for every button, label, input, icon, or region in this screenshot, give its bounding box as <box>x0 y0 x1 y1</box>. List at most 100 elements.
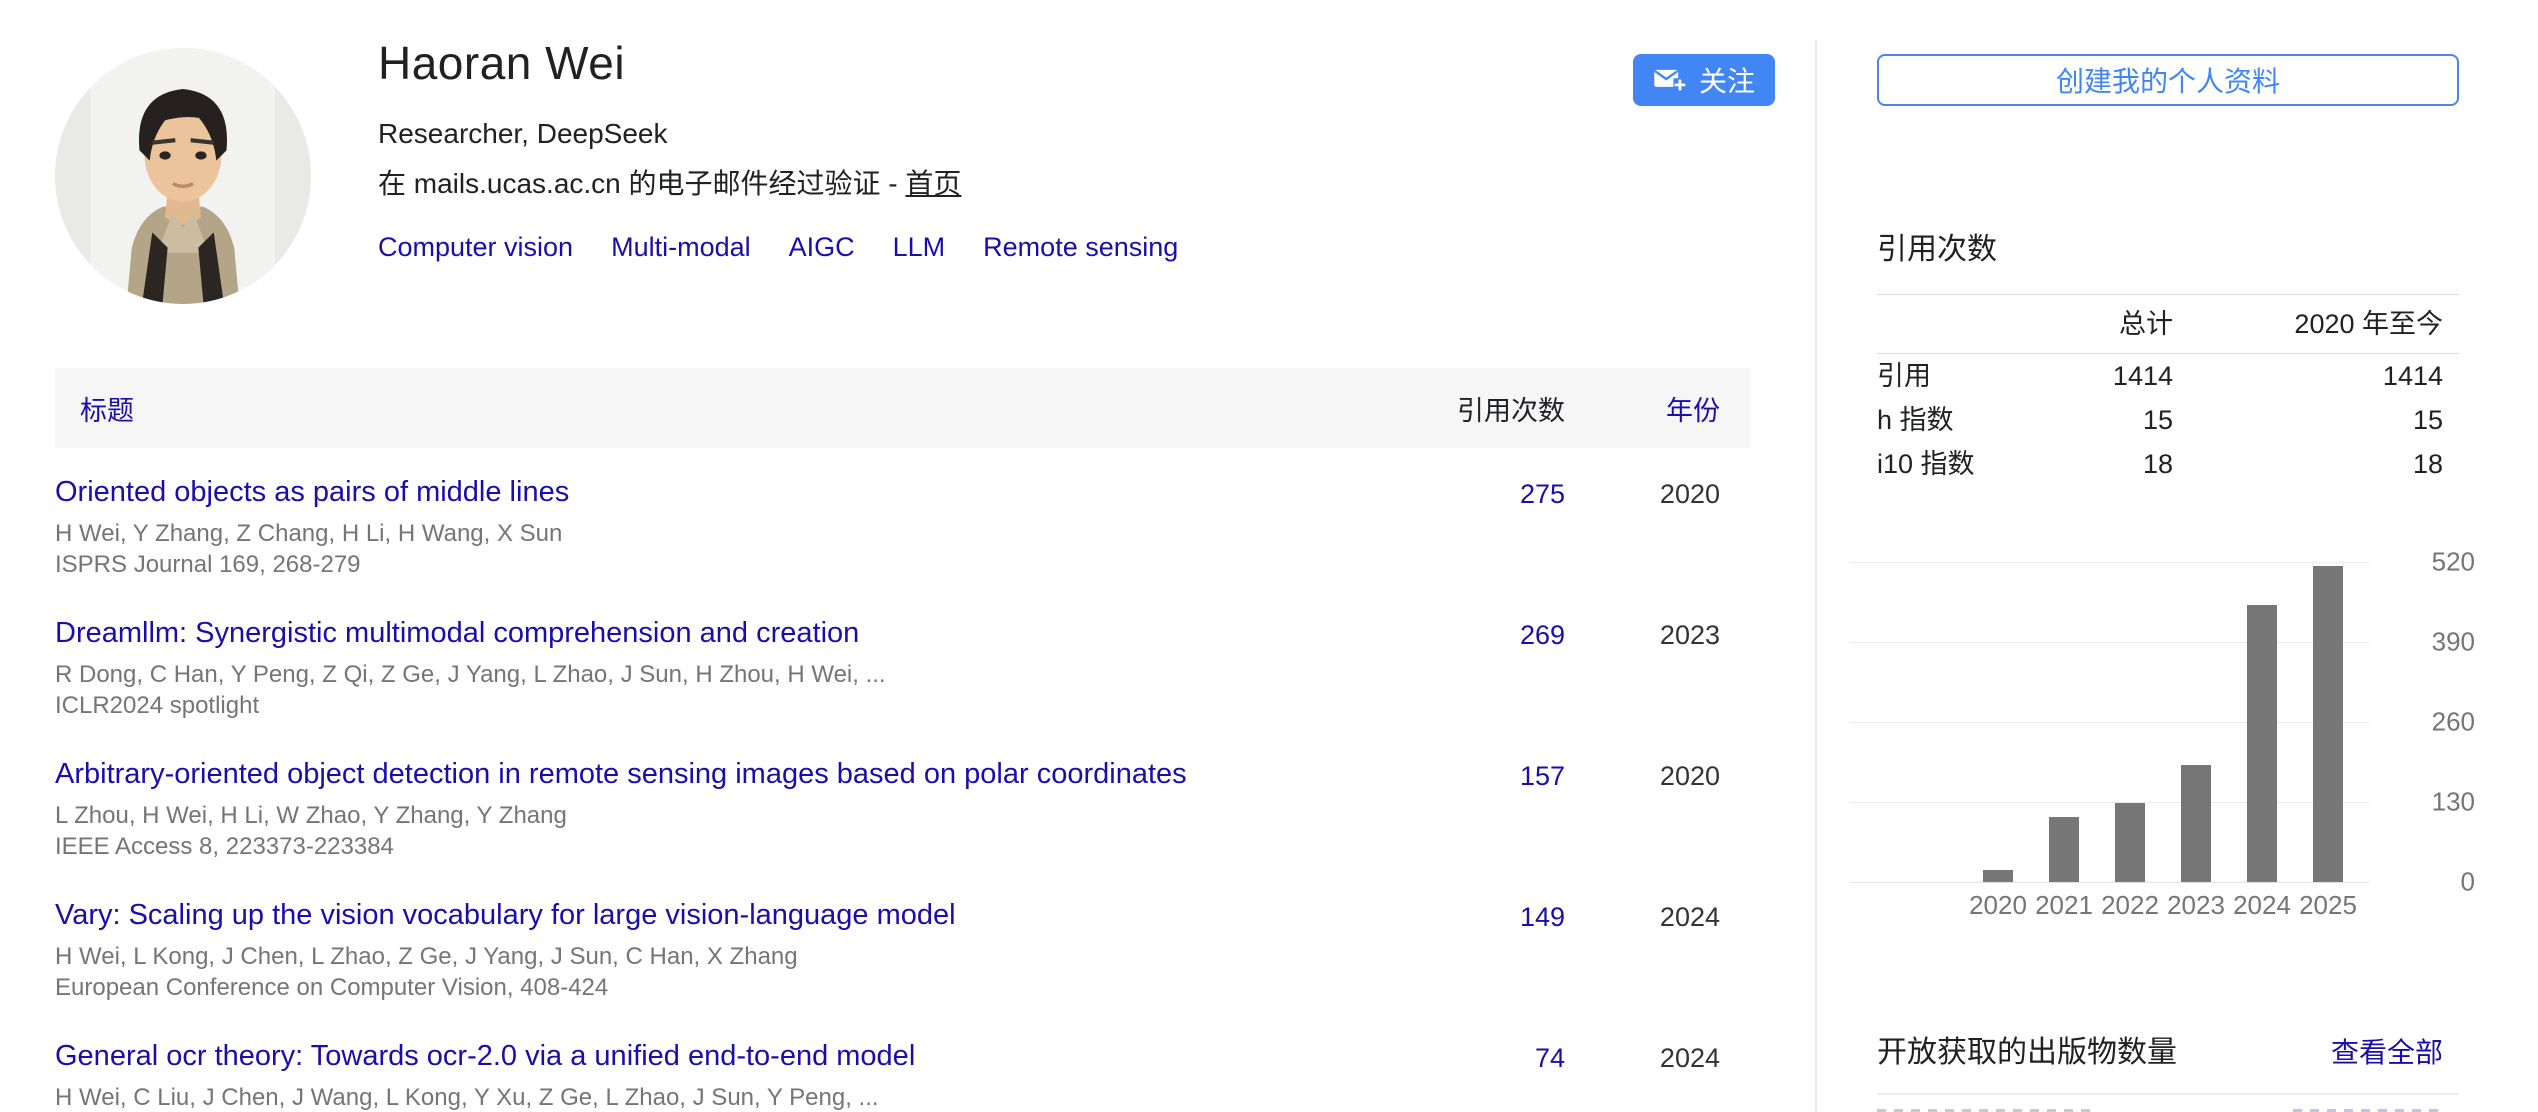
table-row: Oriented objects as pairs of middle line… <box>55 476 1750 580</box>
bar-slot <box>2163 765 2229 882</box>
citation-bar-2025[interactable] <box>2313 566 2343 882</box>
bar-slot <box>2097 803 2163 882</box>
x-tick-label: 2022 <box>2097 890 2163 921</box>
publication-info: Vary: Scaling up the vision vocabulary f… <box>55 899 1415 1003</box>
stat-citations-since[interactable]: 1414 <box>2173 360 2443 392</box>
follow-button-label: 关注 <box>1699 60 1755 100</box>
bar-slot <box>2031 817 2097 882</box>
x-tick-label: 2025 <box>2295 890 2361 921</box>
homepage-link[interactable]: 首页 <box>905 168 961 199</box>
publication-title-link[interactable]: General ocr theory: Towards ocr-2.0 via … <box>55 1040 1375 1073</box>
publication-year: 2023 <box>1565 617 1750 721</box>
x-tick-label: 2020 <box>1965 890 2031 921</box>
citation-stats-header: 总计 2020 年至今 <box>1877 294 2459 354</box>
publication-venue: ICLR2024 spotlight <box>55 690 1375 721</box>
stats-header-all: 总计 <box>2023 308 2173 340</box>
publication-info: Oriented objects as pairs of middle line… <box>55 476 1415 580</box>
avatar-portrait <box>55 48 311 304</box>
table-row: h 指数 15 15 <box>1877 398 2459 442</box>
sort-by-citations-header[interactable]: 引用次数 <box>1415 389 1565 428</box>
sort-by-year-header[interactable]: 年份 <box>1565 389 1750 428</box>
open-access-section-header: 开放获取的出版物数量 查看全部 <box>1877 1027 2459 1071</box>
interest-tag-aigc[interactable]: AIGC <box>789 232 855 263</box>
y-tick-label: 130 <box>2432 787 2475 818</box>
publication-authors: L Zhou, H Wei, H Li, W Zhao, Y Zhang, Y … <box>55 800 1375 831</box>
y-tick-label: 260 <box>2432 707 2475 738</box>
publication-year: 2020 <box>1565 476 1750 580</box>
create-profile-button[interactable]: 创建我的个人资料 <box>1877 54 2459 106</box>
y-tick-label: 390 <box>2432 627 2475 658</box>
publication-cited-by-link[interactable]: 74 <box>1415 1040 1565 1112</box>
profile-header: Haoran Wei Researcher, DeepSeek 在 mails.… <box>55 0 1750 330</box>
publication-title-link[interactable]: Dreamllm: Synergistic multimodal compreh… <box>55 617 1375 650</box>
citations-per-year-chart: 0130260390520 202020212022202320242025 <box>1877 562 2459 921</box>
interest-tag-multi-modal[interactable]: Multi-modal <box>611 232 751 263</box>
publication-authors: H Wei, Y Zhang, Z Chang, H Li, H Wang, X… <box>55 518 1375 549</box>
publication-venue: ISPRS Journal 169, 268-279 <box>55 549 1375 580</box>
citation-bar-2023[interactable] <box>2181 765 2211 882</box>
bar-slot <box>2295 566 2361 882</box>
publication-venue: European Conference on Computer Vision, … <box>55 972 1375 1003</box>
verified-email: 在 mails.ucas.ac.cn 的电子邮件经过验证 - 首页 <box>378 162 1178 202</box>
x-tick-label: 2023 <box>2163 890 2229 921</box>
citations-chart-plot <box>1850 562 2369 882</box>
publications-table-header: 标题 引用次数 年份 <box>55 368 1750 448</box>
profile-affiliation: Researcher, DeepSeek <box>378 118 1178 150</box>
interest-tags: Computer vision Multi-modal AIGC LLM Rem… <box>378 232 1178 263</box>
publications-table: 标题 引用次数 年份 Oriented objects as pairs of … <box>55 368 1750 1112</box>
gridline <box>1850 882 2369 883</box>
citation-bar-2021[interactable] <box>2049 817 2079 882</box>
table-row: General ocr theory: Towards ocr-2.0 via … <box>55 1040 1750 1112</box>
stat-i10-index-all[interactable]: 18 <box>2023 448 2173 480</box>
interest-tag-llm[interactable]: LLM <box>893 232 946 263</box>
profile-name: Haoran Wei <box>378 36 1178 90</box>
column-divider <box>1815 40 1817 1112</box>
publication-info: General ocr theory: Towards ocr-2.0 via … <box>55 1040 1415 1112</box>
citations-chart-yaxis: 0130260390520 <box>2396 562 2459 882</box>
citation-bar-2024[interactable] <box>2247 605 2277 882</box>
publications-rows: Oriented objects as pairs of middle line… <box>55 476 1750 1112</box>
citation-stats-table: 总计 2020 年至今 引用 1414 1414 h 指数 15 15 i10 … <box>1877 294 2459 486</box>
publication-cited-by-link[interactable]: 269 <box>1415 617 1565 721</box>
publication-venue: IEEE Access 8, 223373-223384 <box>55 831 1375 862</box>
open-access-title: 开放获取的出版物数量 <box>1877 1027 2177 1071</box>
publication-cited-by-link[interactable]: 275 <box>1415 476 1565 580</box>
publication-authors: H Wei, L Kong, J Chen, L Zhao, Z Ge, J Y… <box>55 941 1375 972</box>
follow-button[interactable]: 关注 <box>1633 54 1775 106</box>
stat-label-h-index: h 指数 <box>1877 404 2023 436</box>
publication-authors: R Dong, C Han, Y Peng, Z Qi, Z Ge, J Yan… <box>55 659 1375 690</box>
sort-by-title-header[interactable]: 标题 <box>55 389 1415 428</box>
table-row: i10 指数 18 18 <box>1877 442 2459 486</box>
interest-tag-remote-sensing[interactable]: Remote sensing <box>983 232 1178 263</box>
publication-year: 2020 <box>1565 758 1750 862</box>
publication-cited-by-link[interactable]: 157 <box>1415 758 1565 862</box>
publication-year: 2024 <box>1565 1040 1750 1112</box>
stat-citations-all[interactable]: 1414 <box>2023 360 2173 392</box>
stats-header-spacer <box>1877 308 2023 340</box>
publication-cited-by-link[interactable]: 149 <box>1415 899 1565 1003</box>
citation-bar-2020[interactable] <box>1983 870 2013 882</box>
stat-h-index-since[interactable]: 15 <box>2173 404 2443 436</box>
publication-title-link[interactable]: Oriented objects as pairs of middle line… <box>55 476 1375 509</box>
gridline <box>1850 562 2369 563</box>
publication-info: Arbitrary-oriented object detection in r… <box>55 758 1415 862</box>
stat-label-i10-index: i10 指数 <box>1877 448 2023 480</box>
citation-bar-2022[interactable] <box>2115 803 2145 882</box>
interest-tag-computer-vision[interactable]: Computer vision <box>378 232 573 263</box>
y-tick-label: 520 <box>2432 547 2475 578</box>
stat-i10-index-since[interactable]: 18 <box>2173 448 2443 480</box>
bars-group <box>1965 566 2361 882</box>
table-row: Arbitrary-oriented object detection in r… <box>55 758 1750 862</box>
table-row: Vary: Scaling up the vision vocabulary f… <box>55 899 1750 1003</box>
open-access-divider <box>1877 1093 2459 1095</box>
table-row: 引用 1414 1414 <box>1877 354 2459 398</box>
avatar <box>55 48 311 304</box>
publication-title-link[interactable]: Arbitrary-oriented object detection in r… <box>55 758 1375 791</box>
stat-h-index-all[interactable]: 15 <box>2023 404 2173 436</box>
sidebar: 创建我的个人资料 引用次数 总计 2020 年至今 引用 1414 1414 h… <box>1877 0 2459 1112</box>
publication-info: Dreamllm: Synergistic multimodal compreh… <box>55 617 1415 721</box>
view-all-link[interactable]: 查看全部 <box>2331 1031 2443 1071</box>
stats-header-since: 2020 年至今 <box>2173 308 2443 340</box>
publication-title-link[interactable]: Vary: Scaling up the vision vocabulary f… <box>55 899 1375 932</box>
y-tick-label: 0 <box>2461 867 2475 898</box>
